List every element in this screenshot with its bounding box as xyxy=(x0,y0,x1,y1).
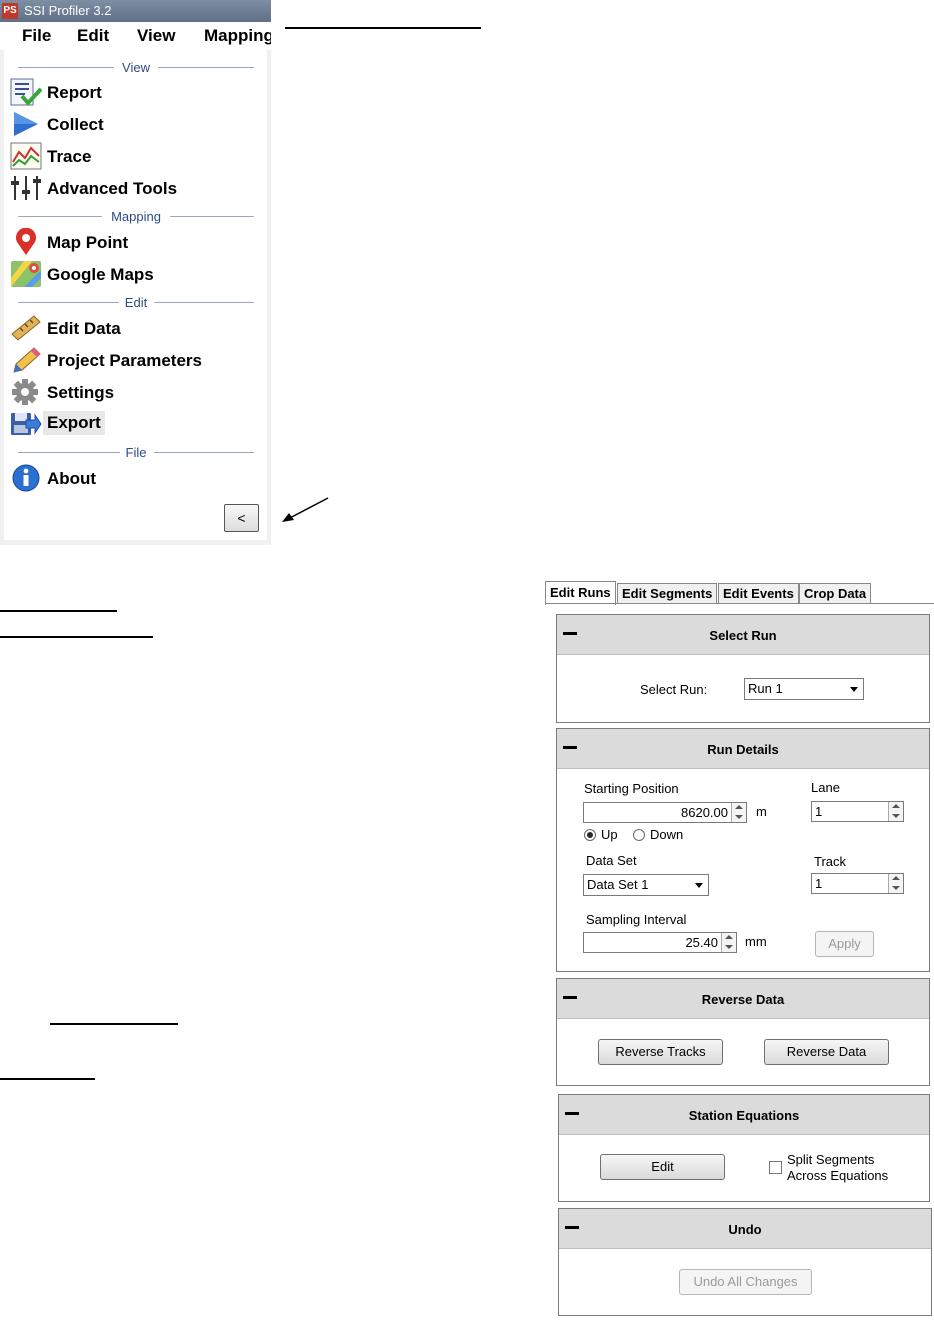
side-panel: View Report Collect Trace Advanced Tools… xyxy=(4,50,267,540)
data-set-label: Data Set xyxy=(586,853,637,868)
window-title: SSI Profiler 3.2 xyxy=(24,3,112,18)
reverse-data-button[interactable]: Reverse Data xyxy=(764,1039,889,1065)
annotation-underline xyxy=(50,1023,178,1025)
pencil-icon xyxy=(13,347,41,373)
tab-edit-runs[interactable]: Edit Runs xyxy=(545,581,616,605)
collapse-panel-button[interactable]: < xyxy=(224,504,259,532)
sampling-interval-unit: mm xyxy=(745,934,767,949)
tab-edit-events[interactable]: Edit Events xyxy=(718,583,799,604)
track-label: Track xyxy=(814,854,847,869)
section-view: View xyxy=(18,60,254,75)
split-segments-label-line2: Across Equations xyxy=(787,1168,889,1183)
data-set-dropdown[interactable]: Data Set 1 xyxy=(583,874,709,896)
sampling-interval-input[interactable]: 25.40 xyxy=(583,932,737,953)
ruler-icon xyxy=(11,315,41,341)
direction-down-label: Down xyxy=(650,827,684,842)
export-icon xyxy=(11,413,42,435)
app-window: PS SSI Profiler 3.2 File Edit View Mappi… xyxy=(0,0,271,545)
select-run-dropdown[interactable]: Run 1 xyxy=(744,678,864,700)
report-icon xyxy=(10,78,42,106)
menu-bar: File Edit View Mapping xyxy=(0,22,271,50)
sliders-icon xyxy=(11,176,41,200)
google-maps-icon xyxy=(11,261,41,287)
trace-chart-icon xyxy=(10,142,42,170)
play-icon xyxy=(14,112,38,136)
menu-mapping[interactable]: Mapping xyxy=(204,26,271,46)
direction-up-label: Up xyxy=(601,827,618,842)
undo-all-changes-button[interactable]: Undo All Changes xyxy=(679,1269,812,1295)
annotation-underline xyxy=(0,610,117,612)
lane-input[interactable]: 1 xyxy=(811,801,904,822)
map-pin-icon xyxy=(16,228,36,255)
starting-position-unit: m xyxy=(756,804,767,819)
reverse-data-header[interactable]: Reverse Data xyxy=(557,979,929,1019)
app-logo-icon: PS xyxy=(2,3,18,19)
starting-position-input[interactable]: 8620.00 xyxy=(583,802,747,823)
split-segments-label-line1: Split Segments xyxy=(787,1152,875,1167)
chevron-down-icon xyxy=(850,687,858,692)
title-bar: PS SSI Profiler 3.2 xyxy=(0,0,271,22)
apply-button[interactable]: Apply xyxy=(815,931,874,957)
reverse-data-section: Reverse Data Reverse Tracks Reverse Data xyxy=(556,978,930,1086)
station-equations-header[interactable]: Station Equations xyxy=(559,1095,929,1135)
annotation-underline xyxy=(0,1078,95,1080)
section-mapping: Mapping xyxy=(18,209,254,224)
annotation-underline xyxy=(0,636,153,638)
select-run-header[interactable]: Select Run xyxy=(557,615,929,655)
annotation-arrow-icon xyxy=(282,497,329,522)
menu-edit[interactable]: Edit xyxy=(77,26,109,46)
track-input[interactable]: 1 xyxy=(811,873,904,894)
menu-view[interactable]: View xyxy=(137,26,175,46)
tab-divider xyxy=(545,603,934,604)
section-file: File xyxy=(18,445,254,460)
undo-section: Undo Undo All Changes xyxy=(558,1208,932,1316)
edit-equations-button[interactable]: Edit xyxy=(600,1154,725,1180)
info-icon xyxy=(12,464,40,492)
run-details-section: Run Details Starting Position 8620.00 m … xyxy=(556,728,930,972)
gear-icon xyxy=(12,379,38,405)
undo-header[interactable]: Undo xyxy=(559,1209,931,1249)
annotation-underline xyxy=(285,27,481,29)
direction-up-radio[interactable] xyxy=(584,829,596,841)
starting-position-label: Starting Position xyxy=(584,781,679,796)
run-details-header[interactable]: Run Details xyxy=(557,729,929,769)
menu-file[interactable]: File xyxy=(22,26,51,46)
station-equations-section: Station Equations Edit Split Segments Ac… xyxy=(558,1094,930,1202)
select-run-section: Select Run Select Run: Run 1 xyxy=(556,614,930,723)
select-run-label: Select Run: xyxy=(640,682,708,697)
split-segments-checkbox[interactable] xyxy=(769,1161,782,1174)
reverse-tracks-button[interactable]: Reverse Tracks xyxy=(598,1039,723,1065)
tab-crop-data[interactable]: Crop Data xyxy=(799,583,872,604)
sampling-interval-label: Sampling Interval xyxy=(586,912,687,927)
chevron-down-icon xyxy=(695,883,703,888)
section-edit: Edit xyxy=(18,295,254,310)
tab-edit-segments[interactable]: Edit Segments xyxy=(617,583,718,604)
direction-down-radio[interactable] xyxy=(633,829,645,841)
lane-label: Lane xyxy=(811,780,840,795)
